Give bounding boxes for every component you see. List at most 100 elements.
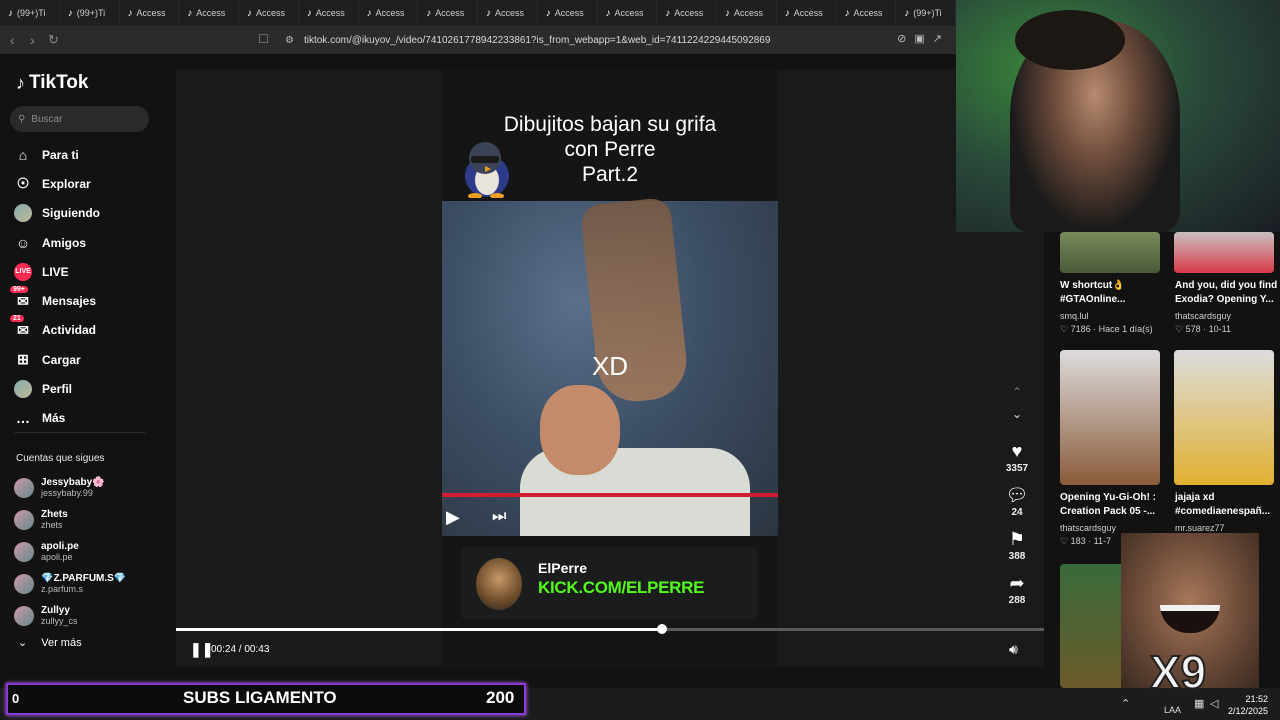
account-name: Jessybaby🌸 xyxy=(41,477,105,488)
message-icon: ✉ xyxy=(17,292,29,309)
pause-icon[interactable]: ❚❚ xyxy=(190,641,213,658)
tiktok-icon: ♪ xyxy=(127,7,133,19)
sidebar-item-cargar[interactable]: ⊞ Cargar xyxy=(14,345,100,374)
forward-icon[interactable]: › xyxy=(30,32,35,48)
notification-badge: 21 xyxy=(10,315,24,323)
sidebar-item-amigos[interactable]: ☺ Amigos xyxy=(14,228,100,257)
tiktok-icon: ♪ xyxy=(904,7,910,19)
browser-tab[interactable]: ♪ Access xyxy=(538,0,598,26)
browser-tab[interactable]: ♪ (99+)Ti xyxy=(0,0,60,26)
video-title[interactable]: jajaja xd #comediaenespañ... xyxy=(1175,491,1280,519)
tiktok-icon: ♪ xyxy=(545,7,551,19)
video-author[interactable]: thatscardsguy xyxy=(1060,523,1116,533)
tab-label: (99+)Ti xyxy=(17,8,46,18)
taskbar-clock[interactable]: 21:52 2/12/2025 xyxy=(1228,693,1268,717)
tab-label: Access xyxy=(315,8,345,18)
tiktok-icon: ♪ xyxy=(366,7,372,19)
account-username: z.parfum.s xyxy=(41,584,84,594)
browser-tab[interactable]: ♪ Access xyxy=(239,0,299,26)
avatar xyxy=(14,510,34,530)
video-thumbnail[interactable] xyxy=(1060,350,1160,485)
friends-icon: ☺ xyxy=(15,234,31,251)
sidebar-item-mensajes[interactable]: ✉ 99+ Mensajes xyxy=(10,286,100,315)
video-author[interactable]: smq.lul xyxy=(1060,311,1089,321)
share-button[interactable]: ➦ 288 xyxy=(1000,573,1034,617)
browser-toolbar-icons[interactable]: ⊘▣↗ xyxy=(897,32,950,45)
search-input[interactable]: ⚲ Buscar xyxy=(10,106,149,132)
sidebar-item-explorar[interactable]: ☉ Explorar xyxy=(14,169,100,198)
browser-tab[interactable]: ♪ Access xyxy=(837,0,897,26)
embedded-play-icon: ▶ xyxy=(446,507,460,527)
search-icon: ⚲ xyxy=(18,113,26,125)
tab-label: Access xyxy=(734,8,764,18)
browser-tab[interactable]: ♪ Access xyxy=(359,0,419,26)
see-more-button[interactable]: ⌄ Ver más xyxy=(18,636,82,650)
following-account[interactable]: apoli.pe apoli.pe xyxy=(14,536,126,568)
browser-tab[interactable]: ♪ Access xyxy=(717,0,777,26)
volume-icon[interactable]: 🔊︎ xyxy=(1009,641,1018,658)
tray-chevron-icon[interactable]: ⌃ xyxy=(1121,697,1130,710)
account-username: zullyy_cs xyxy=(41,616,78,626)
video-thumbnail[interactable] xyxy=(1060,232,1160,273)
speaker-icon[interactable]: ◁ xyxy=(1210,697,1218,710)
following-account[interactable]: Zullyy zullyy_cs xyxy=(14,600,126,632)
site-info-icon[interactable]: ⚙ xyxy=(285,35,294,46)
following-title: Cuentas que sigues xyxy=(16,453,105,464)
video-author[interactable]: thatscardsguy xyxy=(1175,311,1231,321)
browser-tab[interactable]: ♪ Access xyxy=(777,0,837,26)
sidebar-item-ms[interactable]: … Más xyxy=(14,404,100,433)
browser-tab[interactable]: ♪ (99+)Ti xyxy=(896,0,956,26)
sidebar-item-actividad[interactable]: ✉ 21 Actividad xyxy=(10,315,100,345)
bookmark-icon[interactable]: ☐ xyxy=(258,32,269,46)
browser-tab[interactable]: ♪ Access xyxy=(478,0,538,26)
video-title[interactable]: And you, did you find Exodia? Opening Y.… xyxy=(1175,279,1280,307)
embedded-next-icon: ⏭ xyxy=(492,508,507,525)
more-icon: … xyxy=(16,410,30,427)
back-icon[interactable]: ‹ xyxy=(10,32,15,48)
video-age: 10-11 xyxy=(1208,324,1231,334)
sidebar-item-label: LIVE xyxy=(42,264,69,279)
video-age: Hace 1 día(s) xyxy=(1098,324,1153,334)
tiktok-icon: ♪ xyxy=(67,7,73,19)
browser-tab[interactable]: ♪ Access xyxy=(179,0,239,26)
tiktok-icon: ♪ xyxy=(605,7,611,19)
tiktok-logo[interactable]: ♪ TikTok xyxy=(16,72,88,94)
following-account[interactable]: 💎Z.PARFUM.S💎 z.parfum.s xyxy=(14,568,126,600)
subs-goal-label: SUBS LIGAMENTO xyxy=(183,688,337,707)
browser-tab[interactable]: ♪ Access xyxy=(418,0,478,26)
save-button[interactable]: ⚑ 388 xyxy=(1000,529,1034,573)
chevron-down-icon[interactable]: ⌄ xyxy=(1000,407,1034,441)
browser-tab[interactable]: ♪ Access xyxy=(657,0,717,26)
input-language[interactable]: LAA xyxy=(1164,705,1181,715)
browser-tab[interactable]: ♪ Access xyxy=(598,0,658,26)
tiktok-icon: ♪ xyxy=(306,7,312,19)
sidebar-item-perfil[interactable]: Perfil xyxy=(14,374,100,403)
browser-tab[interactable]: ♪ Access xyxy=(299,0,359,26)
subs-goal-count: 200 xyxy=(486,688,515,707)
following-account[interactable]: Jessybaby🌸 jessybaby.99 xyxy=(14,472,126,504)
video-thumbnail[interactable] xyxy=(1174,350,1274,485)
penguin-sticker xyxy=(465,142,509,198)
following-account[interactable]: Zhets zhets xyxy=(14,504,126,536)
video-title[interactable]: W shortcut👌 #GTAOnline... xyxy=(1060,279,1166,307)
sidebar-item-siguiendo[interactable]: Siguiendo xyxy=(14,199,100,228)
browser-tab[interactable]: ♪ (99+)Ti xyxy=(60,0,120,26)
video-thumbnail[interactable] xyxy=(1174,232,1274,273)
chevron-up-icon[interactable]: ⌃ xyxy=(1000,385,1034,407)
browser-tab[interactable]: ♪ Access xyxy=(120,0,180,26)
url-text[interactable]: tiktok.com/@ikuyov_/video/74102617789422… xyxy=(304,35,770,46)
share-count: 288 xyxy=(1008,595,1026,606)
sidebar-item-live[interactable]: LIVE LIVE xyxy=(14,257,100,286)
video-title[interactable]: Opening Yu-Gi-Oh! : Creation Pack 05 -..… xyxy=(1060,491,1166,519)
like-button[interactable]: ♥ 3357 xyxy=(1000,441,1034,485)
comment-count: 24 xyxy=(1011,507,1023,518)
sidebar-item-label: Perfil xyxy=(42,382,73,397)
reload-icon[interactable]: ↻ xyxy=(48,32,59,48)
comment-button[interactable]: 💬︎ 24 xyxy=(1000,485,1034,529)
address-bar: ‹ › ↻ ☐ ⚙ tiktok.com/@ikuyov_/video/7410… xyxy=(0,26,956,54)
video-progress-bar[interactable] xyxy=(176,624,1044,634)
like-count: 3357 xyxy=(1005,463,1029,474)
video-author[interactable]: mr.suarez77 xyxy=(1175,523,1225,533)
sidebar-item-parati[interactable]: ⌂ Para ti xyxy=(14,140,100,169)
heart-icon: ♥ xyxy=(1011,441,1023,461)
